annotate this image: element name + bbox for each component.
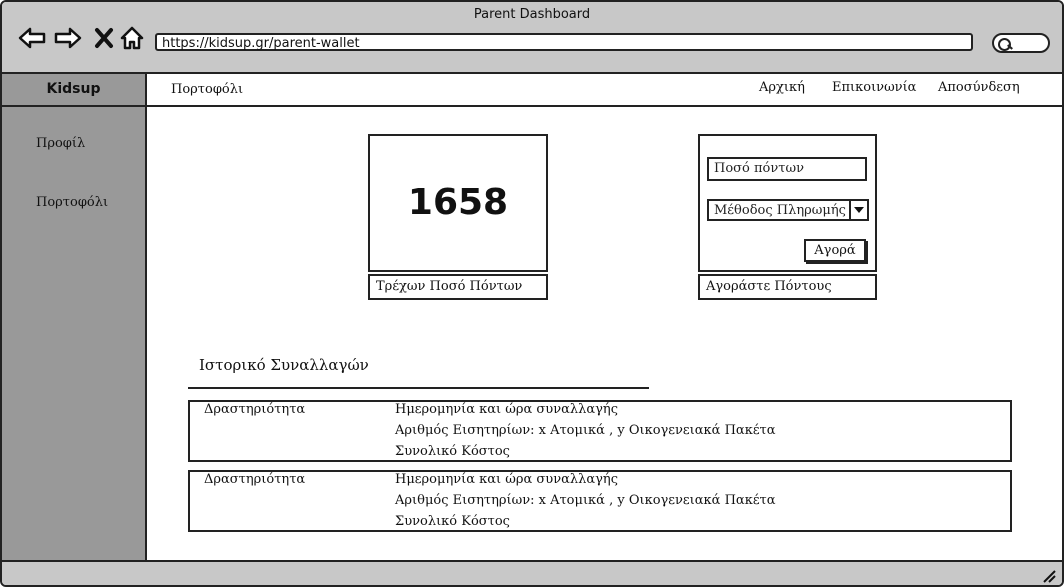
- arrow-right-icon[interactable]: [54, 24, 82, 52]
- nav-link-home[interactable]: Αρχική: [759, 80, 805, 95]
- buy-points-caption: Αγοράστε Πόντους: [698, 274, 877, 300]
- payment-method-select[interactable]: Μέθοδος Πληρωμής: [707, 199, 869, 221]
- transaction-datetime: Ημερομηνία και ώρα συναλλαγής: [395, 472, 618, 487]
- transaction-history-title: Ιστορικό Συναλλαγών: [199, 356, 369, 374]
- home-icon[interactable]: [118, 24, 146, 52]
- transaction-tickets: Αριθμός Εισητηρίων: x Ατομικά , y Οικογε…: [395, 423, 776, 438]
- points-caption: Τρέχων Ποσό Πόντων: [368, 274, 548, 300]
- transaction-row[interactable]: Δραστηριότητα Ημερομηνία και ώρα συναλλα…: [188, 470, 1012, 532]
- browser-window: Parent Dashboard https://kidsup.gr/paren…: [0, 0, 1064, 587]
- nav-link-contact[interactable]: Επικοινωνία: [832, 80, 916, 95]
- sidebar-item-profile[interactable]: Προφίλ: [36, 136, 85, 151]
- buy-points-card: Ποσό πόντων Μέθοδος Πληρωμής Αγορά: [698, 134, 877, 272]
- browser-search-input[interactable]: [992, 33, 1050, 53]
- sidebar-item-wallet[interactable]: Πορτοφόλι: [36, 195, 108, 210]
- transaction-activity: Δραστηριότητα: [204, 402, 306, 417]
- resize-grip-icon[interactable]: [1042, 569, 1056, 583]
- transaction-tickets: Αριθμός Εισητηρίων: x Ατομικά , y Οικογε…: [395, 493, 776, 508]
- buy-button[interactable]: Αγορά: [804, 239, 866, 262]
- brand-logo[interactable]: Kidsup: [2, 74, 145, 107]
- transaction-activity: Δραστηριότητα: [204, 472, 306, 487]
- transaction-datetime: Ημερομηνία και ώρα συναλλαγής: [395, 402, 618, 417]
- nav-link-logout[interactable]: Αποσύνδεση: [938, 80, 1020, 95]
- transaction-row[interactable]: Δραστηριότητα Ημερομηνία και ώρα συναλλα…: [188, 400, 1012, 462]
- chevron-down-icon: [849, 201, 867, 219]
- points-amount-input[interactable]: Ποσό πόντων: [707, 157, 867, 181]
- section-divider: [188, 387, 649, 389]
- breadcrumb: Πορτοφόλι: [171, 82, 244, 97]
- transaction-total: Συνολικό Κόστος: [395, 444, 510, 459]
- sidebar: Kidsup Προφίλ Πορτοφόλι: [2, 74, 147, 560]
- arrow-left-icon[interactable]: [18, 24, 46, 52]
- payment-method-value: Μέθοδος Πληρωμής: [714, 203, 846, 218]
- current-points-value: 1658: [407, 182, 509, 223]
- top-navigation: Πορτοφόλι Αρχική Επικοινωνία Αποσύνδεση: [147, 74, 1062, 107]
- points-card: 1658: [368, 134, 548, 272]
- window-title: Parent Dashboard: [473, 7, 591, 22]
- transaction-total: Συνολικό Κόστος: [395, 514, 510, 529]
- close-icon[interactable]: [90, 24, 118, 52]
- address-bar[interactable]: https://kidsup.gr/parent-wallet: [155, 33, 973, 51]
- browser-toolbar: Parent Dashboard https://kidsup.gr/paren…: [2, 2, 1062, 74]
- status-bar: [2, 560, 1062, 585]
